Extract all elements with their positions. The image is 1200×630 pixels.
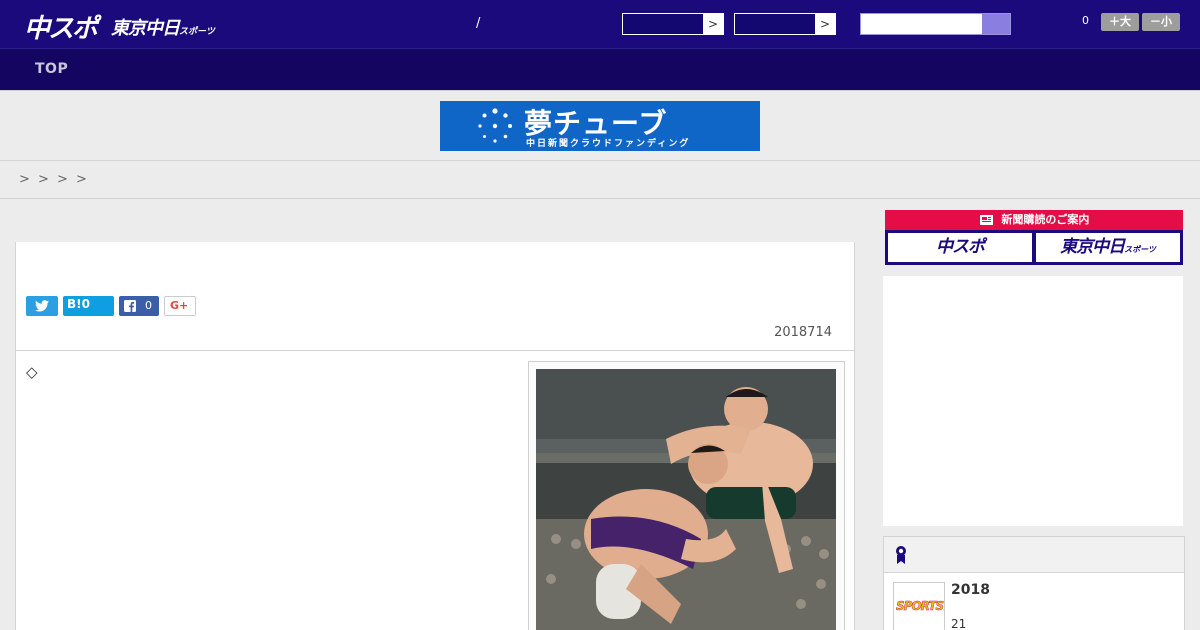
subscription-header: 新聞購読のご案内 (885, 210, 1183, 230)
dots-circle-icon (478, 108, 512, 143)
hatena-icon: B!0 (67, 297, 90, 311)
search-input[interactable] (861, 14, 982, 34)
hatena-share-button[interactable]: B!0 (63, 296, 114, 316)
ranking-medal-icon (896, 546, 906, 564)
font-smaller-button[interactable]: －小 (1142, 13, 1180, 31)
sumo-photo[interactable] (536, 369, 836, 630)
ranking-header (884, 537, 1184, 573)
search-button[interactable] (982, 14, 1010, 34)
subscribe-tokyo-chunichi-small: スポーツ (1124, 245, 1156, 254)
ranking-item-number: 21 (951, 617, 967, 630)
article-date: 2018714 (774, 325, 832, 340)
site-header: 中スポ 東京中日スポーツ / > > 0 ＋大 －小 (0, 0, 1200, 48)
twitter-icon (35, 300, 49, 312)
article-photo-frame (528, 361, 845, 630)
breadcrumb-separator: > (76, 172, 87, 187)
subscribe-tokyo-chunichi-label: 東京中日 (1060, 237, 1125, 257)
facebook-share-button[interactable]: 0 (119, 296, 159, 316)
tokyo-chunichi-logo[interactable]: 東京中日スポーツ (111, 14, 215, 40)
font-larger-button[interactable]: ＋大 (1101, 13, 1139, 31)
gplus-share-button[interactable]: G+ (164, 296, 196, 316)
breadcrumb-separator: > (57, 172, 68, 187)
subscribe-tokyo-chunichi-button[interactable]: 東京中日スポーツ (1036, 233, 1180, 262)
subscription-box: 新聞購読のご案内 中スポ 東京中日スポーツ (885, 210, 1183, 265)
font-size-count: 0 (1082, 14, 1089, 27)
sumo-photo-image (536, 369, 836, 630)
search-box (860, 13, 1011, 35)
ranking-thumbnail[interactable]: SPORTS!! (893, 582, 945, 630)
sidebar-ad[interactable] (883, 276, 1183, 526)
chevron-right-icon: > (703, 14, 723, 34)
article-body-mark: ◇ (26, 363, 38, 381)
breadcrumb: > > > > (0, 161, 1200, 199)
ranking-item-title[interactable]: 2018 (951, 582, 990, 598)
facebook-share-count: 0 (145, 299, 152, 312)
banner-subtitle: 中日新聞クラウドファンディング (526, 139, 691, 149)
ranking-thumbnail-text: SPORTS!! (896, 599, 944, 614)
facebook-icon (124, 300, 136, 312)
header-separator: / (476, 16, 481, 31)
newspaper-icon (979, 215, 993, 225)
breadcrumb-separator: > (19, 172, 30, 187)
chuspo-logo[interactable]: 中スポ (24, 8, 98, 45)
gplus-icon: G+ (170, 299, 189, 312)
tokyo-chunichi-logo-small: スポーツ (179, 27, 215, 37)
tokyo-chunichi-logo-text: 東京中日 (111, 18, 180, 39)
banner-area: 夢チューブ 中日新聞クラウドファンディング (0, 90, 1200, 161)
subscription-heading: 新聞購読のご案内 (1001, 213, 1090, 226)
article-card: B!0 0 G+ 2018714 ◇ (15, 242, 855, 630)
article-divider (16, 350, 854, 351)
category-select-1[interactable]: > (622, 13, 724, 35)
yume-tube-banner[interactable]: 夢チューブ 中日新聞クラウドファンディング (440, 101, 760, 151)
subscribe-chuspo-button[interactable]: 中スポ (888, 233, 1032, 262)
twitter-share-button[interactable] (26, 296, 58, 316)
main-nav: TOP (0, 48, 1200, 90)
category-select-2[interactable]: > (734, 13, 836, 35)
nav-item-top[interactable]: TOP (35, 61, 68, 77)
breadcrumb-separator: > (38, 172, 49, 187)
ranking-box: SPORTS!! 2018 21 (883, 536, 1185, 630)
chevron-right-icon: > (815, 14, 835, 34)
